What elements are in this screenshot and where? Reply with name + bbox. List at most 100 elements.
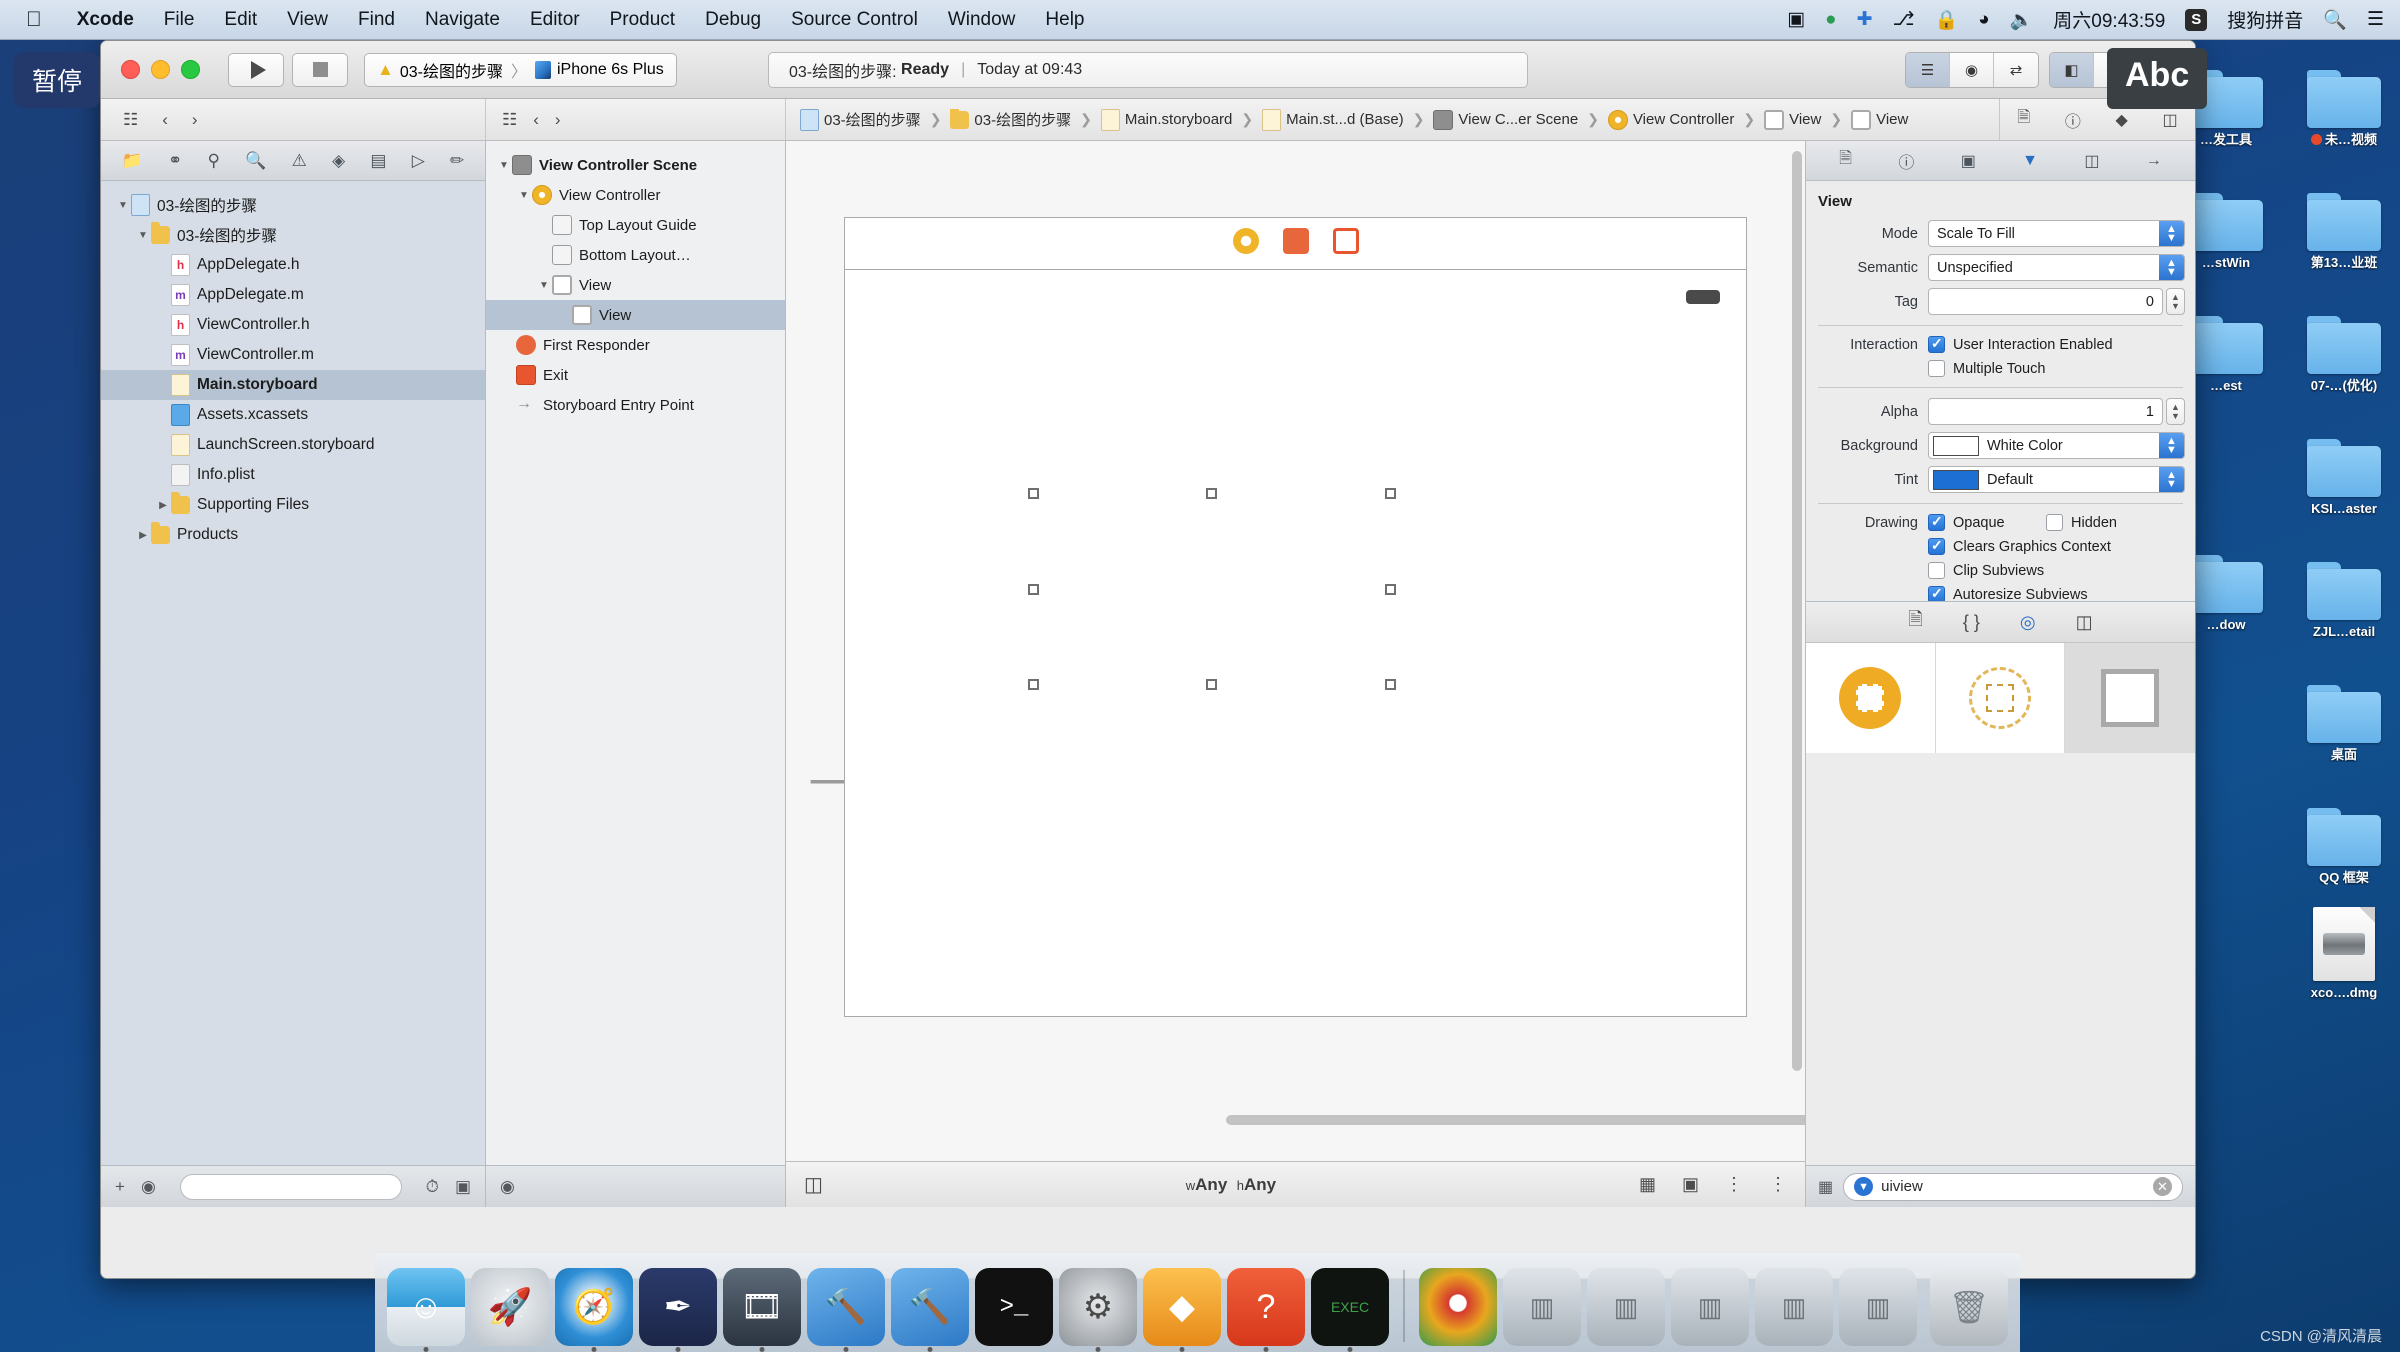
list-layout-icon[interactable]: ▦	[1818, 1177, 1833, 1197]
resize-handle-bottom-center[interactable]	[1206, 679, 1217, 690]
disclosure-triangle-icon[interactable]: ▼	[115, 200, 131, 211]
dock-item-window-2[interactable]: ▥	[1587, 1268, 1665, 1346]
bluetooth-icon[interactable]: ⎇	[1893, 8, 1915, 31]
outline-related-icon[interactable]: ☷	[502, 110, 517, 130]
related-files-icon[interactable]: ☷	[123, 110, 138, 130]
library-item-view-controller[interactable]	[1806, 643, 1936, 753]
menu-edit[interactable]: Edit	[209, 9, 272, 31]
minimize-button[interactable]	[151, 60, 170, 79]
resize-handle-top-right[interactable]	[1385, 488, 1396, 499]
tree-row[interactable]: h AppDelegate.h	[101, 250, 485, 280]
new-file-icon[interactable]: 🗎	[2017, 106, 2030, 133]
issue-navigator-icon[interactable]: ⚠	[292, 151, 307, 171]
checkbox-icon[interactable]	[1928, 537, 1945, 555]
chrome-icon[interactable]: ●	[1825, 9, 1836, 31]
breadcrumb-item[interactable]: View C...er Scene	[1433, 109, 1578, 130]
checkbox-icon[interactable]	[1928, 360, 1945, 377]
tree-row[interactable]: LaunchScreen.storyboard	[101, 430, 485, 460]
dock-item-system-preferences[interactable]: ⚙	[1059, 1268, 1137, 1352]
outline-back-icon[interactable]: ‹	[533, 110, 539, 130]
autoresize-checkbox-row[interactable]: Autoresize Subviews	[1928, 585, 2088, 601]
volume-icon[interactable]: 🔈	[2010, 8, 2034, 32]
source-control-filter-icon[interactable]: ▣	[455, 1177, 471, 1197]
menu-view[interactable]: View	[272, 9, 343, 31]
multiple-touch-checkbox-row[interactable]: Multiple Touch	[1928, 360, 2045, 377]
desktop-icon[interactable]: xco….dmg	[2288, 907, 2400, 1000]
dock-item-window-5[interactable]: ▥	[1839, 1268, 1917, 1346]
checkbox-icon[interactable]	[1928, 585, 1945, 601]
dock-item-exec[interactable]: EXEC	[1311, 1268, 1389, 1352]
disclosure-triangle-icon[interactable]: ▶	[155, 500, 171, 511]
dock-item-window-4[interactable]: ▥	[1755, 1268, 1833, 1346]
dock-item-paw[interactable]: ?	[1227, 1268, 1305, 1352]
menu-xcode[interactable]: Xcode	[62, 9, 149, 31]
notification-center-icon[interactable]: ☰	[2367, 8, 2384, 31]
mode-popup[interactable]: Scale To Fill ▲ ▼	[1928, 220, 2185, 247]
tree-row[interactable]: ▶ Products	[101, 520, 485, 550]
navigator-filter-field[interactable]	[179, 1173, 402, 1200]
desktop-icon[interactable]: QQ 框架	[2288, 808, 2400, 885]
report-navigator-icon[interactable]: ✏	[450, 151, 464, 171]
breadcrumb-item[interactable]: View	[1764, 109, 1821, 130]
menu-file[interactable]: File	[149, 9, 210, 31]
hidden-checkbox-row[interactable]: Hidden	[2046, 514, 2117, 531]
outline-row[interactable]: First Responder	[486, 330, 785, 360]
file-inspector-icon[interactable]: 🗎	[1839, 147, 1852, 174]
view-controller-icon[interactable]	[1232, 228, 1259, 254]
stop-button[interactable]	[292, 52, 348, 87]
forward-chevron-icon[interactable]: ›	[192, 110, 198, 130]
desktop-icon[interactable]: KSI…aster	[2288, 439, 2400, 516]
background-color-swatch[interactable]	[1933, 435, 1979, 456]
dock-item-xcode[interactable]: 🔨	[807, 1268, 885, 1352]
tree-row[interactable]: Info.plist	[101, 460, 485, 490]
identity-inspector-icon[interactable]: ▣	[1961, 151, 1976, 171]
breadcrumb-item[interactable]: View	[1851, 109, 1908, 130]
hide-navigator-icon[interactable]: ◧	[2050, 52, 2094, 87]
desktop-icon[interactable]: ZJL…etail	[2288, 562, 2400, 639]
pin-icon[interactable]: ▣	[1682, 1174, 1699, 1195]
dock-item-launchpad[interactable]: 🚀	[471, 1268, 549, 1346]
clear-icon[interactable]: ✕	[2153, 1177, 2172, 1196]
outline-filter-icon[interactable]: ◉	[500, 1177, 515, 1197]
user-interaction-checkbox-row[interactable]: User Interaction Enabled	[1928, 335, 2113, 353]
tag-stepper[interactable]: ▲ ▼	[2166, 288, 2185, 315]
checkbox-icon[interactable]	[1928, 562, 1945, 579]
desktop-icon[interactable]: 第13…业班	[2288, 193, 2400, 270]
disclosure-triangle-icon[interactable]: ▼	[135, 230, 151, 241]
menu-navigate[interactable]: Navigate	[410, 9, 515, 31]
tree-row[interactable]: ▼ 03-绘图的步骤	[101, 220, 485, 250]
back-chevron-icon[interactable]: ‹	[162, 110, 168, 130]
desktop-icon[interactable]: 桌面	[2288, 685, 2400, 762]
tint-color-swatch[interactable]	[1933, 469, 1979, 490]
dock-item-window-3[interactable]: ▥	[1671, 1268, 1749, 1346]
resizing-icon[interactable]: ⋮	[1769, 1174, 1787, 1195]
resolve-issues-icon[interactable]: ⋮	[1725, 1174, 1743, 1195]
panel-icon[interactable]: ◫	[2163, 110, 2178, 130]
tree-row[interactable]: Assets.xcassets	[101, 400, 485, 430]
checkbox-icon[interactable]	[1928, 335, 1945, 353]
lock-icon[interactable]: 🔒	[1934, 8, 1958, 32]
menu-help[interactable]: Help	[1030, 9, 1099, 31]
connections-inspector-icon[interactable]: →	[2146, 152, 2162, 170]
tree-row[interactable]: ▼ 03-绘图的步骤	[101, 190, 485, 220]
align-icon[interactable]: ▦	[1639, 1174, 1656, 1195]
wifi-icon[interactable]: ◕	[1978, 9, 1989, 31]
find-navigator-icon[interactable]: 🔍	[245, 151, 266, 171]
library-item-container-view[interactable]	[1936, 643, 2066, 753]
symbol-navigator-icon[interactable]: ⚲	[208, 151, 220, 171]
scheme-selector[interactable]: ▲ 03-绘图的步骤 〉 iPhone 6s Plus	[364, 52, 677, 87]
resize-handle-bottom-left[interactable]	[1028, 679, 1039, 690]
disclosure-triangle-icon[interactable]: ▼	[496, 160, 512, 171]
search-icon[interactable]: 🔍	[2323, 8, 2347, 32]
media-library-icon[interactable]: ◫	[2076, 612, 2093, 633]
assistant-editor-icon[interactable]: ◉	[1950, 52, 1994, 87]
apple-icon[interactable]: 	[26, 8, 42, 32]
dock-item-trash[interactable]: 🗑	[1930, 1268, 2008, 1346]
menu-debug[interactable]: Debug	[690, 9, 776, 31]
outline-row[interactable]: ▼ View Controller	[486, 180, 785, 210]
tint-popup[interactable]: Default ▲ ▼	[1928, 466, 2185, 493]
resize-handle-top-left[interactable]	[1028, 488, 1039, 499]
menubar-clock[interactable]: 周六09:43:59	[2053, 6, 2165, 33]
close-button[interactable]	[121, 60, 140, 79]
run-button[interactable]	[228, 52, 284, 87]
